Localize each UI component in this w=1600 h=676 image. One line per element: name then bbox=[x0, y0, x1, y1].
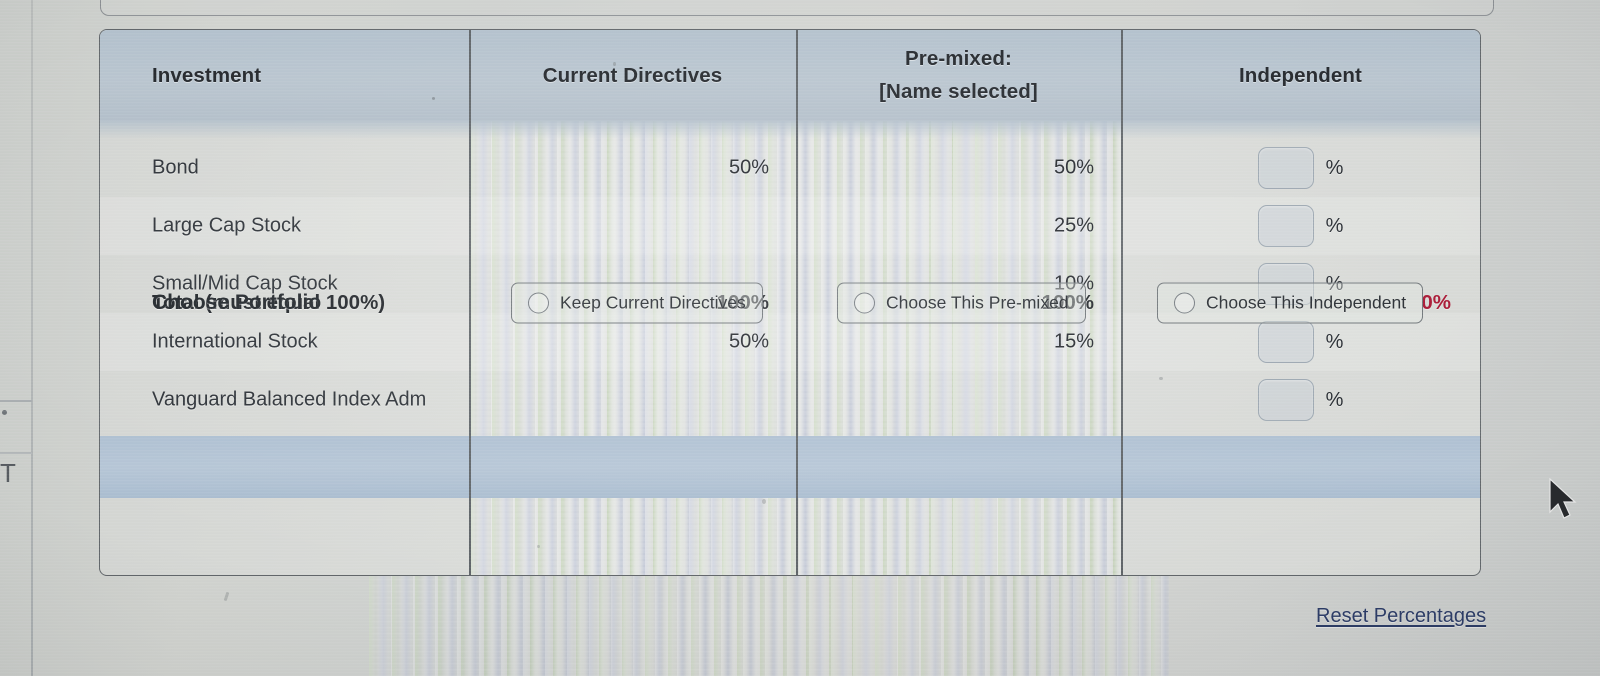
percent-sign: % bbox=[1325, 388, 1344, 411]
moire-overlay-footer bbox=[369, 574, 1169, 676]
header-premixed-line2: [Name selected] bbox=[879, 80, 1038, 103]
table-row: Bond 50% 50% % bbox=[100, 139, 1480, 197]
header-current-directives: Current Directives bbox=[542, 63, 723, 87]
table-row: Large Cap Stock 25% % bbox=[100, 197, 1480, 255]
radio-choose-this-independent[interactable]: Choose This Independent bbox=[1157, 282, 1424, 323]
radio-keep-current-directives[interactable]: Keep Current Directives bbox=[511, 282, 763, 323]
radio-circle-icon bbox=[528, 292, 549, 313]
cell-premixed: 25% bbox=[1053, 214, 1094, 237]
cell-current-directives: 50% bbox=[728, 330, 769, 353]
cell-premixed: 15% bbox=[1053, 330, 1094, 353]
independent-percent-input[interactable] bbox=[1257, 379, 1314, 421]
dust-speck bbox=[223, 591, 230, 602]
left-bullet-marker bbox=[2, 410, 7, 415]
table-row: Vanguard Balanced Index Adm % bbox=[100, 371, 1480, 429]
left-panel-divider-lower bbox=[0, 452, 32, 454]
radio-choose-this-premixed[interactable]: Choose This Pre-mixed bbox=[837, 282, 1086, 323]
screen-photo: T Investment Current Directives Pre-mixe… bbox=[0, 0, 1600, 676]
row-label-investment: Vanguard Balanced Index Adm bbox=[152, 388, 427, 411]
header-investment: Investment bbox=[152, 64, 262, 87]
percent-sign: % bbox=[1325, 214, 1344, 237]
percent-sign: % bbox=[1325, 330, 1344, 353]
percent-sign: % bbox=[1325, 156, 1344, 179]
independent-percent-input[interactable] bbox=[1257, 205, 1314, 247]
row-label-investment: Bond bbox=[152, 156, 199, 179]
cell-premixed: 50% bbox=[1053, 156, 1094, 179]
cell-independent: % bbox=[1121, 139, 1480, 197]
header-independent: Independent bbox=[1239, 63, 1362, 87]
header-premixed: Pre-mixed: [Name selected] bbox=[796, 30, 1121, 121]
radio-circle-icon bbox=[854, 292, 875, 313]
radio-circle-icon bbox=[1174, 292, 1195, 313]
moire-overlay-footer-highlight bbox=[369, 574, 1169, 676]
left-edge-glyph: T bbox=[0, 458, 16, 488]
panel-above-table bbox=[100, 0, 1494, 16]
left-panel-edge bbox=[31, 0, 33, 676]
choose-portfolio-row bbox=[100, 498, 1480, 574]
header-premixed-line1: Pre-mixed: bbox=[905, 47, 1012, 70]
cell-independent: % bbox=[1121, 371, 1480, 429]
table-header-shadow bbox=[100, 121, 1480, 139]
cell-current-directives: 50% bbox=[728, 156, 769, 179]
choose-portfolio-label: Choose Portfolio bbox=[152, 290, 322, 314]
radio-label: Choose This Independent bbox=[1206, 292, 1407, 312]
independent-percent-input[interactable] bbox=[1257, 321, 1314, 363]
mouse-cursor-icon bbox=[1549, 478, 1577, 519]
allocation-table: Investment Current Directives Pre-mixed:… bbox=[99, 29, 1481, 576]
cell-independent: % bbox=[1121, 197, 1480, 255]
row-label-investment: International Stock bbox=[152, 330, 318, 353]
total-row bbox=[100, 436, 1480, 498]
radio-label: Keep Current Directives bbox=[560, 292, 746, 312]
reset-percentages-link[interactable]: Reset Percentages bbox=[1316, 605, 1486, 628]
left-panel-divider-upper bbox=[0, 400, 32, 402]
independent-percent-input[interactable] bbox=[1257, 147, 1314, 189]
radio-label: Choose This Pre-mixed bbox=[886, 292, 1069, 312]
row-label-investment: Large Cap Stock bbox=[152, 214, 301, 237]
